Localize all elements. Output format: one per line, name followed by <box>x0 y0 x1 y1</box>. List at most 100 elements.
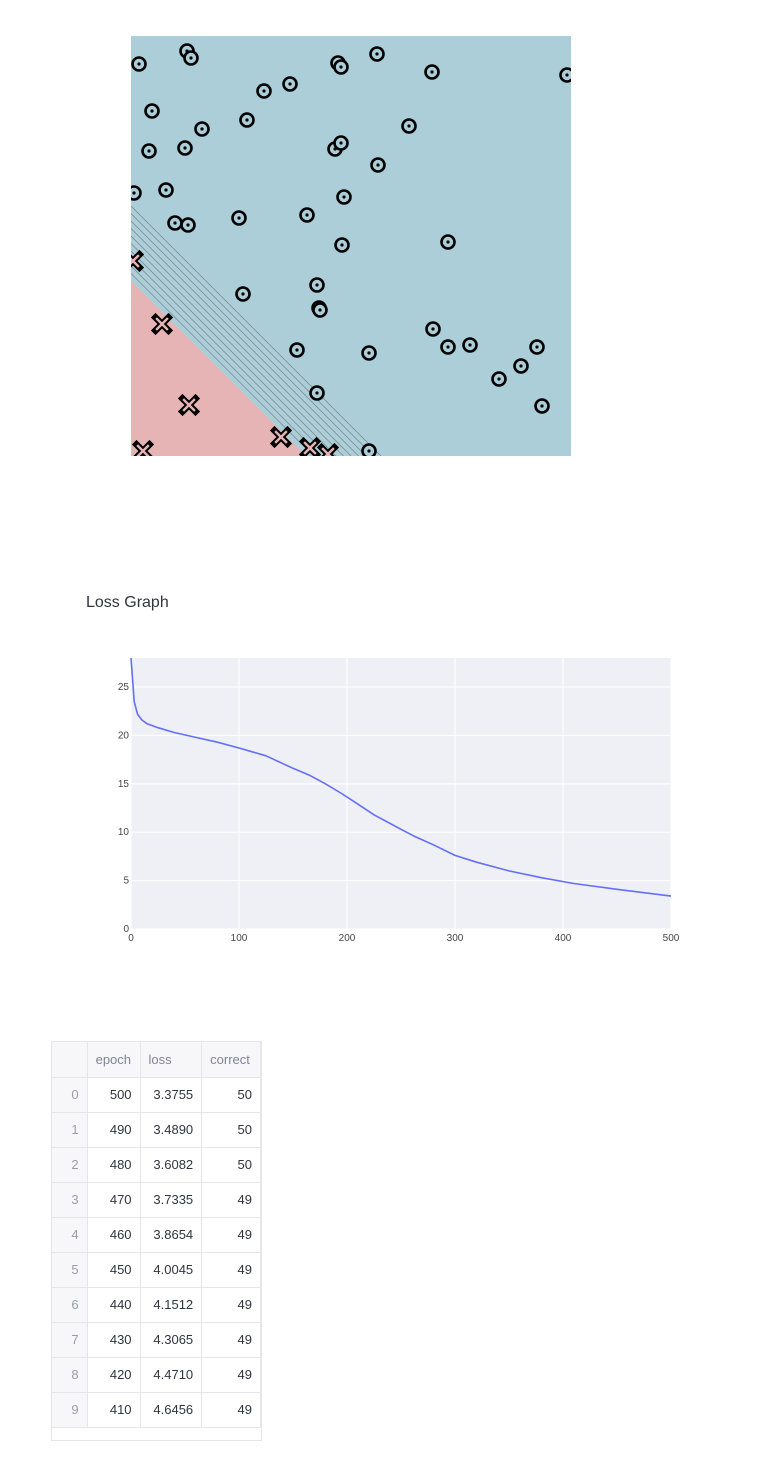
correct-cell: 49 <box>201 1357 261 1393</box>
circle-dot-icon <box>309 385 325 401</box>
correct-cell: 49 <box>201 1392 261 1428</box>
y-tick-label: 15 <box>118 779 130 790</box>
circle-dot-icon <box>256 83 272 99</box>
circle-dot-icon <box>180 217 196 233</box>
x-tick-label: 200 <box>339 933 356 944</box>
correct-cell: 50 <box>201 1147 261 1183</box>
epoch-cell: 430 <box>87 1322 141 1358</box>
correct-cell: 49 <box>201 1252 261 1288</box>
y-tick-label: 5 <box>123 876 129 887</box>
loss-cell: 3.6082 <box>140 1147 203 1183</box>
table-row: 0 500 3.3755 50 <box>52 1077 261 1113</box>
table-row: 9 410 4.6456 49 <box>52 1392 261 1428</box>
epoch-cell: 440 <box>87 1287 141 1323</box>
x-tick-label: 500 <box>663 933 680 944</box>
loss-header[interactable]: loss <box>140 1042 203 1078</box>
circle-dot-icon <box>334 237 350 253</box>
correct-cell: 49 <box>201 1217 261 1253</box>
correct-cell: 49 <box>201 1182 261 1218</box>
y-tick-label: 25 <box>118 682 130 693</box>
table-row: 8 420 4.4710 49 <box>52 1357 261 1393</box>
circle-dot-icon <box>183 50 199 66</box>
y-tick-label: 20 <box>118 730 130 741</box>
y-tick-label: 10 <box>118 827 130 838</box>
circle-dot-icon <box>194 121 210 137</box>
loss-cell: 4.3065 <box>140 1322 203 1358</box>
row-index: 6 <box>52 1287 88 1323</box>
circle-dot-icon <box>299 207 315 223</box>
loss-cell: 3.3755 <box>140 1077 203 1113</box>
circle-dot-icon <box>462 337 478 353</box>
circle-dot-icon <box>491 371 507 387</box>
decision-boundary-canvas <box>131 36 571 456</box>
loss-cell: 3.4890 <box>140 1112 203 1148</box>
circle-dot-icon <box>336 189 352 205</box>
table-row: 2 480 3.6082 50 <box>52 1147 261 1183</box>
row-index: 4 <box>52 1217 88 1253</box>
circle-dot-icon <box>424 64 440 80</box>
correct-header[interactable]: correct <box>201 1042 261 1078</box>
circle-dot-icon <box>141 143 157 159</box>
epoch-cell: 410 <box>87 1392 141 1428</box>
row-index: 5 <box>52 1252 88 1288</box>
x-cross-icon <box>150 312 174 336</box>
epoch-cell: 460 <box>87 1217 141 1253</box>
plot-area <box>131 658 671 929</box>
table-row: 7 430 4.3065 49 <box>52 1322 261 1358</box>
x-cross-icon <box>298 436 322 456</box>
loss-cell: 4.1512 <box>140 1287 203 1323</box>
circle-dot-icon <box>309 277 325 293</box>
circle-dot-icon <box>369 46 385 62</box>
circle-dot-icon <box>401 118 417 134</box>
y-tick-label: 0 <box>123 924 129 935</box>
loss-cell: 3.8654 <box>140 1217 203 1253</box>
circle-dot-icon <box>231 210 247 226</box>
correct-cell: 50 <box>201 1112 261 1148</box>
x-tick-label: 300 <box>447 933 464 944</box>
epoch-cell: 500 <box>87 1077 141 1113</box>
circle-dot-icon <box>440 339 456 355</box>
circle-dot-icon <box>440 234 456 250</box>
x-cross-icon <box>177 393 201 417</box>
circle-dot-icon <box>333 59 349 75</box>
loss-chart: 0 100 200 300 400 500 0 5 10 15 20 25 <box>100 650 700 950</box>
circle-dot-icon <box>361 345 377 361</box>
x-tick-label: 100 <box>231 933 248 944</box>
circle-dot-icon <box>333 135 349 151</box>
circle-dot-icon <box>131 56 147 72</box>
table-row: 6 440 4.1512 49 <box>52 1287 261 1323</box>
x-tick-label: 0 <box>128 933 134 944</box>
circle-dot-icon <box>282 76 298 92</box>
loss-graph-title: Loss Graph <box>86 594 169 611</box>
row-index: 3 <box>52 1182 88 1218</box>
correct-cell: 50 <box>201 1077 261 1113</box>
circle-dot-icon <box>559 67 571 83</box>
epoch-cell: 470 <box>87 1182 141 1218</box>
epoch-cell: 450 <box>87 1252 141 1288</box>
row-index: 1 <box>52 1112 88 1148</box>
circle-dot-icon <box>534 398 550 414</box>
loss-cell: 4.6456 <box>140 1392 203 1428</box>
table-row: 1 490 3.4890 50 <box>52 1112 261 1148</box>
circle-dot-icon <box>361 443 377 456</box>
loss-cell: 4.0045 <box>140 1252 203 1288</box>
circle-dot-icon <box>513 358 529 374</box>
epoch-header[interactable]: epoch <box>87 1042 141 1078</box>
loss-cell: 3.7335 <box>140 1182 203 1218</box>
table-header-row: epoch loss correct <box>52 1042 261 1078</box>
circle-dot-icon <box>235 286 251 302</box>
x-cross-icon <box>269 425 293 449</box>
circle-dot-icon <box>529 339 545 355</box>
correct-cell: 49 <box>201 1322 261 1358</box>
epoch-cell: 480 <box>87 1147 141 1183</box>
results-table[interactable]: epoch loss correct 0 500 3.3755 50 1 490 3.489… <box>51 1041 262 1441</box>
epoch-cell: 420 <box>87 1357 141 1393</box>
circle-dot-icon <box>167 215 183 231</box>
circle-dot-icon <box>312 302 328 318</box>
epoch-cell: 490 <box>87 1112 141 1148</box>
row-index: 9 <box>52 1392 88 1428</box>
row-index: 2 <box>52 1147 88 1183</box>
circle-dot-icon <box>289 342 305 358</box>
table-row: 3 470 3.7335 49 <box>52 1182 261 1218</box>
loss-chart-canvas: 0 100 200 300 400 500 0 5 10 15 20 25 <box>118 657 680 944</box>
